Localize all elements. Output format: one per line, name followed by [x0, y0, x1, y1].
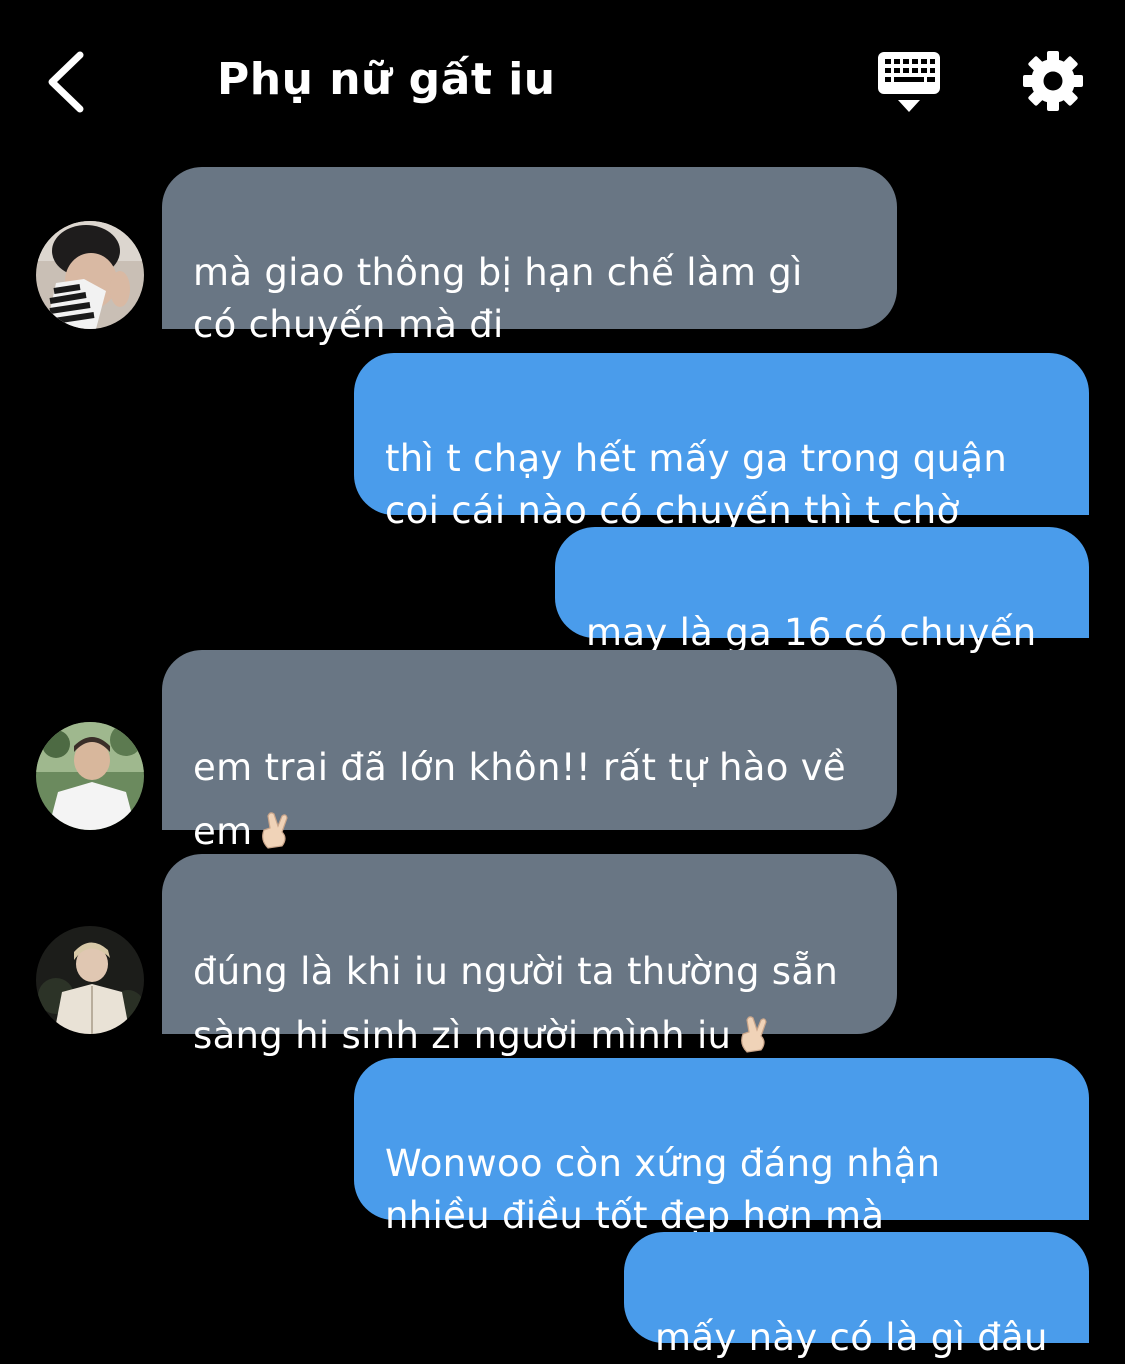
message-text: mấy này có là gì đâu: [655, 1316, 1048, 1359]
chat-header: Phụ nữ gất iu: [0, 0, 1125, 160]
message-text: thì t chạy hết mấy ga trong quận coi cái…: [385, 437, 1008, 532]
outgoing-message-bubble[interactable]: thì t chạy hết mấy ga trong quận coi cái…: [354, 353, 1089, 532]
avatar-photo: [36, 221, 144, 329]
settings-button[interactable]: [1022, 50, 1084, 112]
incoming-message-bubble[interactable]: đúng là khi iu người ta thường sẵn sàng …: [162, 854, 897, 1057]
message-text: mà giao thông bị hạn chế làm gì có chuyế…: [193, 251, 803, 346]
avatar-photo: [36, 926, 144, 1034]
incoming-message-bubble[interactable]: mà giao thông bị hạn chế làm gì có chuyế…: [162, 167, 897, 346]
message-text: Wonwoo còn xứng đáng nhận nhiều điều tốt…: [385, 1142, 941, 1237]
gear-icon: [1023, 51, 1083, 111]
outgoing-message-bubble[interactable]: mấy này có là gì đâu: [624, 1232, 1089, 1359]
sender-avatar[interactable]: [36, 221, 144, 329]
avatar-photo: [36, 722, 144, 830]
keyboard-hide-icon: [878, 52, 940, 112]
sender-avatar[interactable]: [36, 722, 144, 830]
conversation-title: Phụ nữ gất iu: [217, 54, 556, 105]
outgoing-message-bubble[interactable]: Wonwoo còn xứng đáng nhận nhiều điều tốt…: [354, 1058, 1089, 1237]
incoming-message-bubble[interactable]: em trai đã lớn khôn!! rất tự hào về em: [162, 650, 897, 853]
keyboard-toggle-button[interactable]: [876, 50, 942, 114]
message-text: may là ga 16 có chuyến: [586, 611, 1037, 654]
outgoing-message-bubble[interactable]: may là ga 16 có chuyến: [555, 527, 1089, 654]
chevron-left-icon: [48, 51, 84, 113]
sender-avatar[interactable]: [36, 926, 144, 1034]
back-button[interactable]: [40, 45, 100, 115]
